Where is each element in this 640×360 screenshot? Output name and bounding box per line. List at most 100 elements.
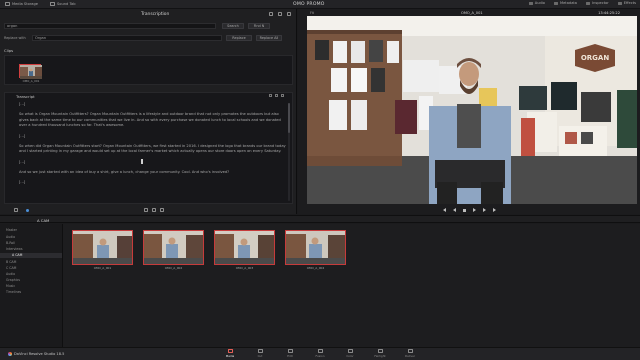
media-pool-title: A CAM xyxy=(37,217,50,223)
selected-clip-name: OMO_A_001 xyxy=(22,79,40,83)
page-tab-edit[interactable]: Edit xyxy=(279,349,301,360)
close-icon[interactable] xyxy=(287,12,291,16)
video-frame[interactable]: ORGAN xyxy=(307,16,637,204)
clip-thumbnail-image xyxy=(73,231,132,264)
status-dot-icon xyxy=(26,208,29,212)
media-storage-label: Media Storage xyxy=(12,2,38,6)
find-next-button[interactable]: Find N xyxy=(248,23,270,29)
clip-thumbnail-image xyxy=(20,65,42,79)
clip-thumbnail[interactable] xyxy=(214,230,275,265)
page-tab-deliver[interactable]: Deliver xyxy=(399,349,421,360)
sound-icon xyxy=(50,2,55,6)
bin-item[interactable]: Interviews xyxy=(6,247,22,251)
fairlight-page-icon xyxy=(377,349,383,353)
replace-button[interactable]: Replace xyxy=(226,35,252,41)
transcription-header: Transcription xyxy=(0,9,296,22)
color-page-icon xyxy=(347,349,353,353)
effects-button[interactable]: Effects xyxy=(617,1,636,5)
transcript-label: Transcript xyxy=(16,94,35,99)
bin-list: Master Audio B-Roll Interviews A CAM B C… xyxy=(0,224,63,347)
reverse-play-icon[interactable] xyxy=(452,208,456,212)
page-tab-media[interactable]: Media xyxy=(219,349,241,360)
bin-item[interactable]: Audio xyxy=(6,272,15,276)
sound-tab[interactable]: Sound Tab xyxy=(50,2,76,6)
page-tab-color[interactable]: Color xyxy=(339,349,361,360)
append-icon[interactable] xyxy=(152,208,156,212)
clip-thumbnail[interactable] xyxy=(72,230,133,265)
bin-item[interactable]: Graphics xyxy=(6,278,20,282)
clip-name: OMO_A_002 xyxy=(164,266,183,270)
page-navigation: DaVinci Resolve Studio 18.5 Media Cut Ed… xyxy=(0,347,640,360)
bin-item[interactable]: C CAM xyxy=(6,266,16,270)
replace-input[interactable]: Organ xyxy=(32,35,222,41)
search-button[interactable]: Search xyxy=(222,23,244,29)
clip-thumbnail[interactable] xyxy=(143,230,204,265)
inspector-icon xyxy=(586,1,591,5)
clip-name: OMO_A_003 xyxy=(235,266,254,270)
scrollbar-thumb[interactable] xyxy=(288,103,290,133)
timeline-icon[interactable] xyxy=(160,208,164,212)
viewer-clip-name: OMO_A_001 xyxy=(461,10,483,15)
copy-icon[interactable] xyxy=(275,94,278,97)
bin-item[interactable]: B-Roll xyxy=(6,241,15,245)
edit-page-icon xyxy=(287,349,293,353)
insert-icon[interactable] xyxy=(144,208,148,212)
page-tab-label: Media xyxy=(225,354,235,358)
search-input[interactable]: organ xyxy=(4,23,216,29)
jump-start-icon[interactable] xyxy=(442,208,446,212)
transcript-paragraph: So when did Organ Mountain Outfitters st… xyxy=(19,143,286,154)
app-brand: DaVinci Resolve Studio 18.5 xyxy=(8,352,64,356)
bin-item-selected[interactable]: A CAM xyxy=(0,253,62,258)
clip-thumbnail[interactable] xyxy=(285,230,346,265)
clip-thumbnail-image xyxy=(286,231,345,264)
audio-button[interactable]: Audio xyxy=(528,1,545,5)
loop-icon[interactable] xyxy=(492,208,496,212)
view-icon[interactable] xyxy=(14,208,18,212)
bin-item[interactable]: Music xyxy=(6,284,15,288)
page-tab-label: Cut xyxy=(257,354,263,358)
search-icon[interactable] xyxy=(269,12,273,16)
transcription-footer xyxy=(0,206,297,214)
jump-end-icon[interactable] xyxy=(482,208,486,212)
media-pool-grid: OMO_A_001 OMO_A_002 OMO_A_003 OMO_A_004 xyxy=(63,224,640,347)
more-icon[interactable] xyxy=(281,94,284,97)
options-icon[interactable] xyxy=(278,12,282,16)
cut-page-icon xyxy=(257,349,263,353)
inspector-button[interactable]: Inspector xyxy=(586,1,609,5)
page-tab-label: Edit xyxy=(287,354,293,358)
page-tab-label: Fusion xyxy=(315,354,325,358)
clip-thumbnail-image xyxy=(144,231,203,264)
page-tab-fusion[interactable]: Fusion xyxy=(309,349,331,360)
page-tab-label: Deliver xyxy=(405,354,415,358)
top-toolbar: Media Storage Sound Tab OMO PROMO Audio … xyxy=(0,0,640,9)
transcript-text[interactable]: [...] So what is Organ Mountain Outfitte… xyxy=(19,102,289,190)
clips-strip xyxy=(4,55,293,85)
bin-item[interactable]: Timelines xyxy=(6,290,21,294)
bin-item[interactable]: B CAM xyxy=(6,260,16,264)
timecode: 13:44:25:22 xyxy=(598,10,620,15)
edit-icon[interactable] xyxy=(269,94,272,97)
zoom-level[interactable]: Fit xyxy=(310,11,314,15)
transcript-paragraph: [...] xyxy=(19,133,26,138)
resolve-logo-icon xyxy=(8,352,12,356)
media-storage-tab[interactable]: Media Storage xyxy=(5,2,38,6)
sound-tab-label: Sound Tab xyxy=(57,2,76,6)
page-tab-fairlight[interactable]: Fairlight xyxy=(369,349,391,360)
transcript-paragraph: [...] xyxy=(19,159,26,164)
store-sign-text: ORGAN xyxy=(581,54,610,62)
selected-clip-thumbnail[interactable] xyxy=(19,64,42,79)
metadata-button[interactable]: Metadata xyxy=(553,1,577,5)
clips-label: Clips xyxy=(4,48,14,53)
clip-name: OMO_A_004 xyxy=(306,266,325,270)
transcript-paragraph: So what is Organ Mountain Outfitters? Or… xyxy=(19,112,281,128)
bin-item[interactable]: Master xyxy=(6,228,17,232)
transcript-scrollbar[interactable] xyxy=(288,103,290,201)
transcript-paragraph: [...] xyxy=(19,179,26,184)
play-icon[interactable] xyxy=(472,208,476,212)
replace-all-button[interactable]: Replace All xyxy=(256,35,282,41)
stop-icon[interactable] xyxy=(462,208,466,212)
store-interview-image: ORGAN xyxy=(307,16,637,204)
bin-item[interactable]: Audio xyxy=(6,235,15,239)
effects-icon xyxy=(617,1,622,5)
page-tab-cut[interactable]: Cut xyxy=(249,349,271,360)
